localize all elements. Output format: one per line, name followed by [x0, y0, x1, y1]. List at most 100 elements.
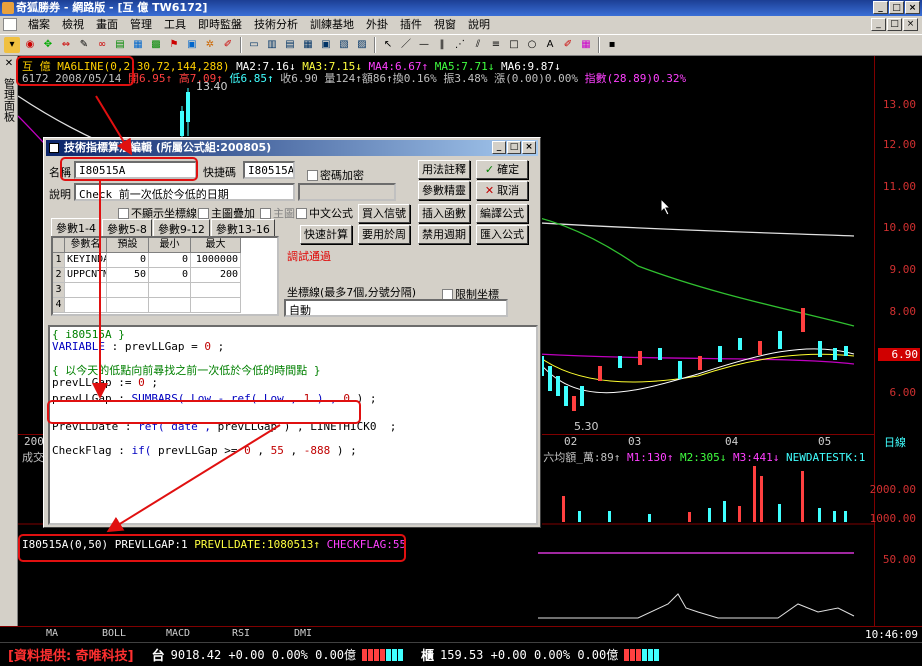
insert-function-button[interactable]: 插入函數 [418, 204, 470, 223]
param-wizard-button[interactable]: 參數精靈 [418, 181, 470, 200]
move-icon[interactable]: ✥ [40, 37, 56, 53]
overlay-checkbox-box[interactable] [198, 207, 209, 219]
channel-icon[interactable]: ⫽ [470, 37, 486, 53]
period-label[interactable]: 日線 [884, 434, 906, 450]
dialog-close-button[interactable]: × [522, 141, 536, 154]
indicator-editor-dialog: 技術指標算法編輯 (所屬公式組:200805) _ □ × 名稱 I80515A… [43, 137, 541, 528]
mdi-minimize-button[interactable]: _ [871, 18, 886, 31]
compile-button[interactable]: 編譯公式 [476, 204, 528, 223]
tab-boll[interactable]: BOLL [102, 628, 126, 639]
taiex-label: 台 [151, 649, 165, 664]
layout-2-icon[interactable]: ▥ [264, 37, 280, 53]
open-folder-icon[interactable]: ▾ [4, 37, 20, 53]
layout-7-icon[interactable]: ▨ [354, 37, 370, 53]
window-controls: _ □ × [873, 1, 920, 14]
menu-view[interactable]: 檢視 [56, 16, 90, 34]
table-row[interactable]: 4 [53, 298, 277, 313]
use-period-button[interactable]: 要用於周 [358, 225, 410, 244]
cancel-button[interactable]: ✕ 取消 [476, 181, 528, 200]
menu-realtime[interactable]: 即時監盤 [192, 16, 248, 34]
chinese-formula-checkbox[interactable]: 中文公式 [296, 205, 353, 221]
tab-macd[interactable]: MACD [166, 628, 190, 639]
monitor-icon[interactable]: ▣ [184, 37, 200, 53]
dialog-maximize-button[interactable]: □ [507, 141, 521, 154]
axis-field[interactable]: 自動 [284, 299, 508, 317]
table-icon[interactable]: ▦ [130, 37, 146, 53]
usage-notes-button[interactable]: 用法註釋 [418, 160, 470, 179]
param-grid[interactable]: 參數名 預設 最小 最大 1 KEYINDAY 0 0 1000000 2 UP… [51, 236, 279, 316]
menu-manage[interactable]: 管理 [124, 16, 158, 34]
hline-icon[interactable]: — [416, 37, 432, 53]
dialog-minimize-button[interactable]: _ [492, 141, 506, 154]
table-row[interactable]: 1 KEYINDAY 0 0 1000000 [53, 253, 277, 268]
ellipse-icon[interactable]: ○ [524, 37, 540, 53]
buy-signal-button[interactable]: 買入信號 [358, 204, 410, 223]
menu-technical[interactable]: 技術分析 [248, 16, 304, 34]
chart-type-icon[interactable]: ◉ [22, 37, 38, 53]
rect-icon[interactable]: □ [506, 37, 522, 53]
tab-ma[interactable]: MA [46, 628, 58, 639]
pen-icon[interactable]: ✐ [220, 37, 236, 53]
tab-rsi[interactable]: RSI [232, 628, 250, 639]
mdi-restore-button[interactable]: □ [887, 18, 902, 31]
glasses-icon[interactable]: ∞ [94, 37, 110, 53]
minimize-button[interactable]: _ [873, 1, 888, 14]
arrow-lr-icon[interactable]: ⇔ [58, 37, 74, 53]
layout-6-icon[interactable]: ▧ [336, 37, 352, 53]
vline-icon[interactable]: ‖ [434, 37, 450, 53]
limit-axis-checkbox-box[interactable] [442, 288, 453, 300]
maximize-button[interactable]: □ [889, 1, 904, 14]
hide-axis-checkbox-box[interactable] [118, 207, 129, 219]
import-formula-button[interactable]: 匯入公式 [476, 225, 528, 244]
quick-calc-button[interactable]: 快速計算 [300, 225, 352, 244]
save-icon[interactable]: ▪ [604, 37, 620, 53]
text-icon[interactable]: A [542, 37, 558, 53]
draw-icon[interactable]: ✎ [76, 37, 92, 53]
ok-button[interactable]: ✓ 確定 [476, 160, 528, 179]
y-tick: 13.00 [882, 98, 916, 111]
tab-dmi[interactable]: DMI [294, 628, 312, 639]
layout-5-icon[interactable]: ▣ [318, 37, 334, 53]
annotation-box-code [47, 400, 361, 424]
encrypt-checkbox[interactable]: 密碼加密 [307, 167, 364, 183]
menu-bar: 檔案 檢視 畫面 管理 工具 即時監盤 技術分析 訓練基地 外掛 插件 視窗 說… [0, 16, 922, 34]
menu-screen[interactable]: 畫面 [90, 16, 124, 34]
menu-addons[interactable]: 插件 [394, 16, 428, 34]
fan-icon[interactable]: ⋰ [452, 37, 468, 53]
close-button[interactable]: × [905, 1, 920, 14]
menu-file[interactable]: 檔案 [22, 16, 56, 34]
line-icon[interactable]: ／ [398, 37, 414, 53]
layout-4-icon[interactable]: ▦ [300, 37, 316, 53]
menu-help[interactable]: 說明 [462, 16, 496, 34]
menu-training[interactable]: 訓練基地 [304, 16, 360, 34]
pin-icon[interactable]: ✕ [1, 58, 17, 72]
alarm-icon[interactable]: ⚑ [166, 37, 182, 53]
tab-params-1-4[interactable]: 參數1-4 [51, 218, 101, 238]
formula-editor[interactable]: { i80515A } VARIABLE : prevLLGap = 0 ; {… [48, 325, 538, 525]
management-panel-label[interactable]: 管理面板 [1, 78, 17, 122]
low-marker: 5.30 [574, 420, 599, 433]
dialog-title: 技術指標算法編輯 (所屬公式組:200805) [64, 141, 272, 154]
encrypt-checkbox-box[interactable] [307, 169, 318, 181]
menu-tools[interactable]: 工具 [158, 16, 192, 34]
chinese-formula-checkbox-box[interactable] [296, 207, 307, 219]
eraser-icon[interactable]: ✐ [560, 37, 576, 53]
gear-icon[interactable]: ✲ [202, 37, 218, 53]
grid-icon[interactable]: ▩ [148, 37, 164, 53]
document-icon[interactable] [3, 18, 17, 31]
dialog-title-bar[interactable]: 技術指標算法編輯 (所屬公式組:200805) _ □ × [46, 140, 538, 156]
cursor-icon[interactable]: ↖ [380, 37, 396, 53]
ban-period-button[interactable]: 禁用週期 [418, 225, 470, 244]
mdi-close-button[interactable]: × [903, 18, 918, 31]
table-row[interactable]: 2 UPPCNTM 50 0 200 [53, 268, 277, 283]
layout-3-icon[interactable]: ▤ [282, 37, 298, 53]
desc-field[interactable]: Check 前一次低於今低的日期 [74, 183, 295, 201]
stats-icon[interactable]: ▤ [112, 37, 128, 53]
menu-plugins[interactable]: 外掛 [360, 16, 394, 34]
layout-1-icon[interactable]: ▭ [246, 37, 262, 53]
hotkey-field[interactable]: I80515A [243, 161, 295, 179]
color-icon[interactable]: ▦ [578, 37, 594, 53]
fib-icon[interactable]: ≡ [488, 37, 504, 53]
table-row[interactable]: 3 [53, 283, 277, 298]
menu-window[interactable]: 視窗 [428, 16, 462, 34]
